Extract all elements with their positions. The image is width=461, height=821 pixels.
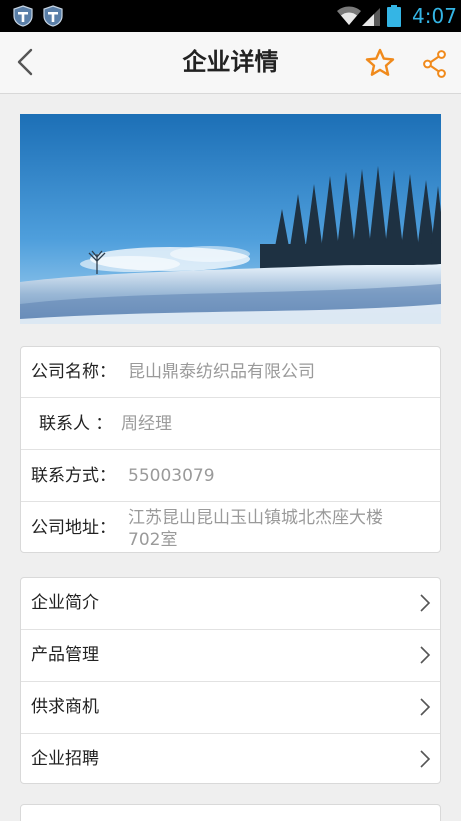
header-bar: 企业详情 (0, 32, 461, 94)
address-value: 江苏昆山昆山玉山镇城北杰座大楼702室 (128, 508, 383, 550)
phone-row: 联系方式： 55003079 (21, 450, 440, 502)
star-icon[interactable] (364, 47, 396, 79)
share-icon[interactable] (420, 49, 450, 79)
menu-item-label: 企业招聘 (31, 749, 99, 769)
status-bar: 4:07 (0, 0, 461, 32)
chevron-right-icon (420, 646, 431, 664)
contact-value: 周经理 (121, 414, 172, 434)
menu-item-products[interactable]: 产品管理 (21, 630, 440, 682)
phone-value[interactable]: 55003079 (128, 465, 215, 487)
signal-icon (362, 8, 380, 26)
menu-item-label: 产品管理 (31, 645, 99, 665)
company-name-row: 公司名称： 昆山鼎泰纺织品有限公司 (21, 347, 440, 398)
menu-item-business[interactable]: 供求商机 (21, 682, 440, 734)
chevron-right-icon (420, 698, 431, 716)
contact-row: 联系人 ： 周经理 (21, 398, 440, 450)
company-menu-card: 企业简介 产品管理 供求商机 企业招聘 (20, 577, 441, 784)
chevron-right-icon (420, 594, 431, 612)
menu-item-profile[interactable]: 企业简介 (21, 578, 440, 630)
shield-app-icon (13, 5, 33, 27)
chevron-right-icon (420, 750, 431, 768)
menu-item-label: 供求商机 (31, 697, 99, 717)
menu-item-label: 企业简介 (31, 593, 99, 613)
address-row: 公司地址： 江苏昆山昆山玉山镇城北杰座大楼702室 (21, 502, 440, 554)
next-card (20, 804, 441, 821)
company-name-value: 昆山鼎泰纺织品有限公司 (128, 362, 315, 382)
wifi-icon (337, 6, 361, 25)
contact-label: 联系人 ： (39, 414, 113, 434)
company-banner-image (20, 114, 441, 324)
company-name-label: 公司名称： (31, 362, 116, 382)
battery-icon (387, 5, 401, 27)
status-time: 4:07 (412, 4, 457, 28)
shield-app-icon (43, 5, 63, 27)
menu-item-recruitment[interactable]: 企业招聘 (21, 734, 440, 785)
address-label: 公司地址： (31, 518, 116, 538)
phone-label: 联系方式： (31, 466, 116, 486)
company-info-card: 公司名称： 昆山鼎泰纺织品有限公司 联系人 ： 周经理 联系方式： 550030… (20, 346, 441, 553)
